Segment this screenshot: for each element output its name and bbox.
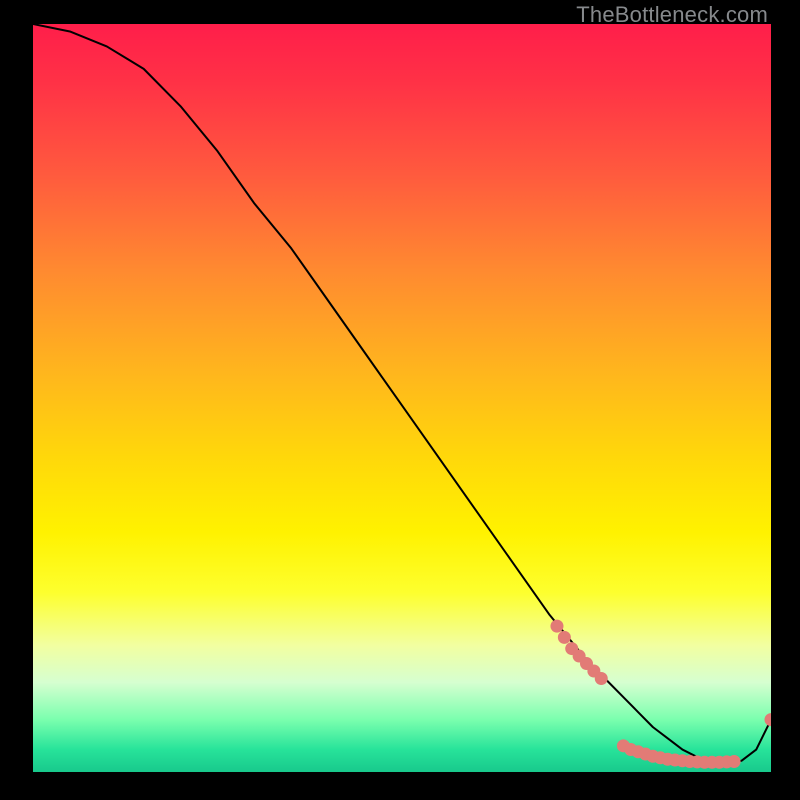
- curve-path: [33, 24, 771, 762]
- chart-stage: TheBottleneck.com: [0, 0, 800, 800]
- highlight-point: [595, 672, 608, 685]
- highlight-point: [558, 631, 571, 644]
- highlight-point: [765, 713, 772, 726]
- highlight-point: [550, 620, 563, 633]
- highlight-point: [728, 755, 741, 768]
- bottleneck-curve: [33, 24, 771, 762]
- highlight-points: [550, 620, 771, 769]
- plot-area: [33, 24, 771, 772]
- curve-layer: [33, 24, 771, 772]
